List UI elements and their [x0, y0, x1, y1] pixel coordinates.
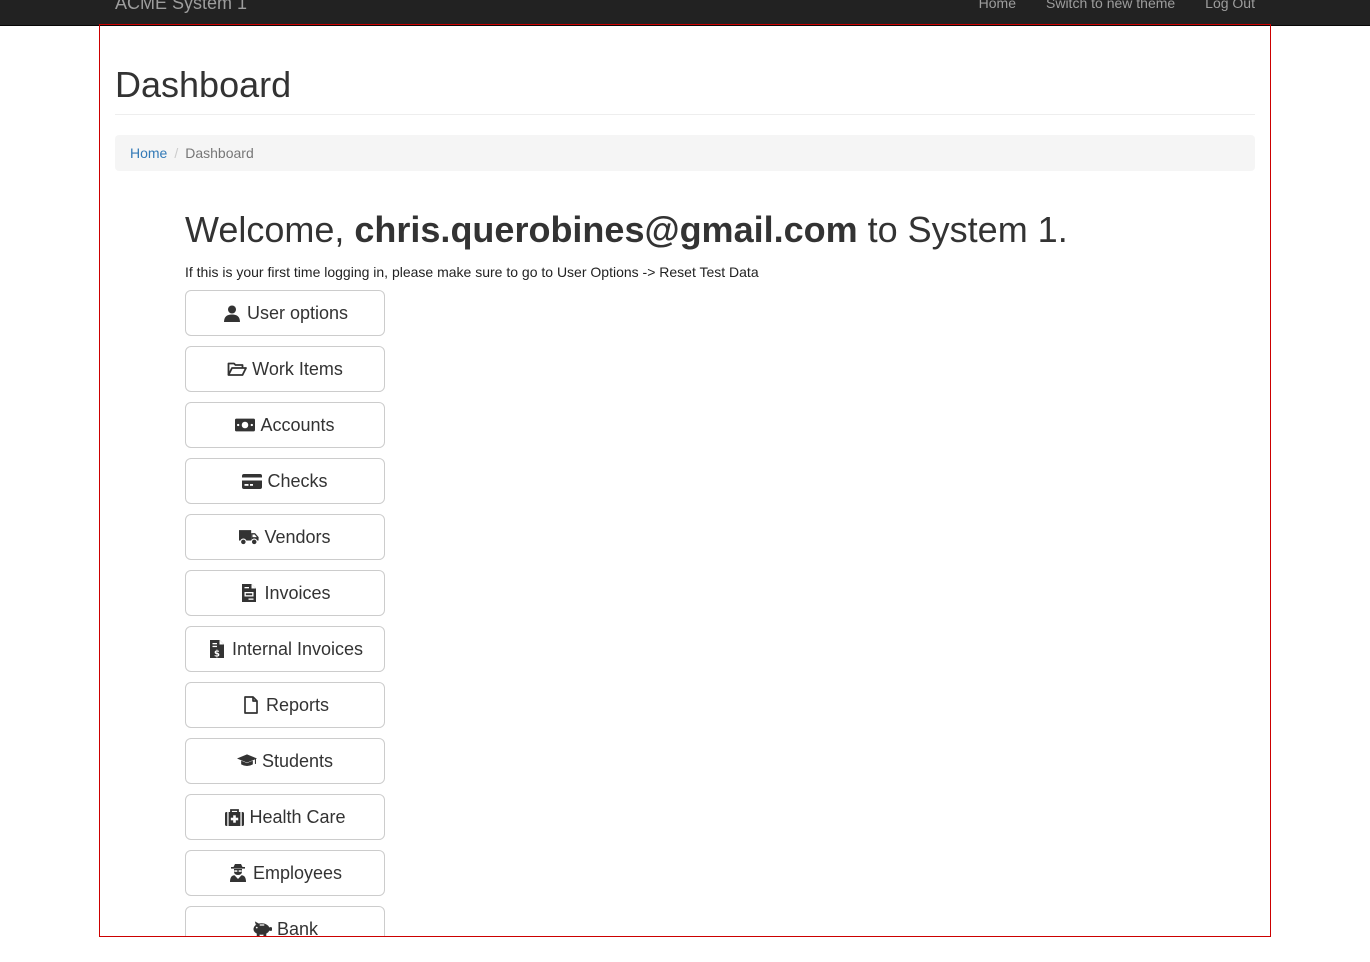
nav-logout-link[interactable]: Log Out	[1205, 0, 1255, 13]
breadcrumb-separator: /	[174, 145, 179, 161]
work-items-label: Work Items	[252, 358, 343, 379]
user-options-button[interactable]: User options	[185, 290, 385, 336]
user-options-label: User options	[246, 302, 349, 323]
user-secret-icon	[228, 864, 248, 882]
invoice-icon	[239, 584, 259, 602]
work-items-button[interactable]: Work Items	[185, 346, 385, 392]
vendors-label: Vendors	[264, 526, 331, 547]
students-button[interactable]: Students	[185, 738, 385, 784]
medkit-icon	[224, 808, 244, 826]
reports-label: Reports	[265, 694, 330, 715]
checks-label: Checks	[267, 470, 328, 491]
page-title: Dashboard	[115, 64, 292, 105]
welcome-suffix: to System 1.	[857, 209, 1068, 250]
truck-icon	[239, 528, 260, 546]
internal-invoices-label: Internal Invoices	[231, 638, 364, 659]
employees-button[interactable]: Employees	[185, 850, 385, 896]
nav-home-link[interactable]: Home	[979, 0, 1016, 13]
credit-card-icon	[242, 472, 263, 490]
main-container: Dashboard Home / Dashboard Welcome, chri…	[99, 24, 1271, 937]
health-care-button[interactable]: Health Care	[185, 794, 385, 840]
svg-text:$: $	[214, 649, 220, 658]
health-care-label: Health Care	[249, 806, 346, 827]
top-navbar: ACME System 1 Home Switch to new theme L…	[0, 0, 1370, 26]
breadcrumb-current: Dashboard	[185, 145, 254, 161]
brand-link[interactable]: ACME System 1	[115, 0, 247, 13]
folder-open-icon	[227, 360, 248, 378]
piggy-bank-icon	[252, 920, 272, 936]
vendors-button[interactable]: Vendors	[185, 514, 385, 560]
reports-button[interactable]: Reports	[185, 682, 385, 728]
bank-button[interactable]: Bank	[185, 906, 385, 937]
first-login-notice: If this is your first time logging in, p…	[185, 264, 759, 280]
title-divider	[115, 114, 1255, 115]
accounts-label: Accounts	[260, 414, 335, 435]
user-icon	[222, 304, 242, 322]
nav-links: Home Switch to new theme Log Out	[979, 0, 1255, 13]
checks-button[interactable]: Checks	[185, 458, 385, 504]
employees-label: Employees	[252, 862, 343, 883]
bank-label: Bank	[276, 918, 319, 937]
breadcrumb: Home / Dashboard	[115, 135, 1255, 171]
welcome-prefix: Welcome,	[185, 209, 355, 250]
welcome-user-email: chris.querobines@gmail.com	[354, 209, 858, 250]
file-icon	[241, 696, 261, 714]
file-invoice-dollar-icon: $	[207, 640, 227, 658]
invoices-button[interactable]: Invoices	[185, 570, 385, 616]
internal-invoices-button[interactable]: $ Internal Invoices	[185, 626, 385, 672]
graduation-cap-icon	[236, 752, 257, 770]
accounts-button[interactable]: Accounts	[185, 402, 385, 448]
nav-switch-theme-link[interactable]: Switch to new theme	[1046, 0, 1175, 13]
welcome-heading: Welcome, chris.querobines@gmail.com to S…	[185, 208, 1068, 252]
dashboard-button-list: User options Work Items Accounts Checks	[185, 290, 385, 937]
students-label: Students	[261, 750, 334, 771]
invoices-label: Invoices	[264, 582, 331, 603]
money-icon	[235, 416, 256, 434]
breadcrumb-home-link[interactable]: Home	[130, 145, 167, 161]
